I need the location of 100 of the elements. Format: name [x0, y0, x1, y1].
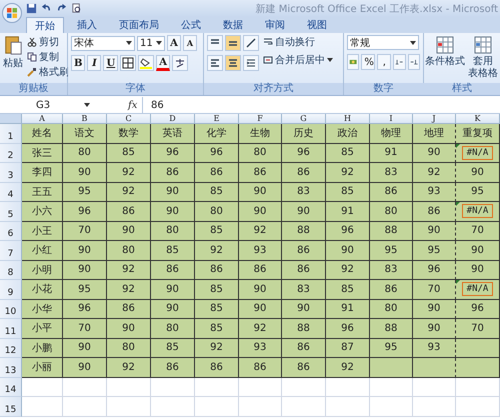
header-cell: 政治	[326, 124, 370, 144]
number-format-button[interactable]: %	[361, 54, 376, 70]
table-cell: 96	[282, 144, 326, 163]
table-cell: 小鹏	[22, 338, 63, 358]
borders-icon[interactable]	[120, 55, 136, 71]
column-header[interactable]: I	[370, 114, 413, 124]
row-header[interactable]: 12	[0, 338, 22, 358]
align-top-icon[interactable]	[207, 35, 223, 51]
column-header[interactable]: G	[282, 114, 326, 124]
number-format-field[interactable]: 常规	[347, 35, 419, 50]
font-style-button[interactable]: B	[71, 55, 86, 71]
ribbon-tab[interactable]: 审阅	[256, 17, 294, 33]
print-preview-icon[interactable]	[71, 3, 82, 14]
name-box[interactable]: G3	[0, 100, 92, 110]
table-cell: 91	[370, 144, 413, 163]
align-center-icon[interactable]	[225, 55, 241, 71]
dropdown-caret-icon[interactable]	[327, 58, 335, 62]
style-button[interactable]: 条件格式	[425, 35, 465, 83]
row-header[interactable]: 4	[0, 182, 22, 202]
table-cell: 小花	[22, 280, 63, 300]
empty-cell	[413, 378, 456, 397]
table-cell: 70	[63, 222, 107, 241]
column-header[interactable]: J	[413, 114, 456, 124]
column-header[interactable]: E	[195, 114, 239, 124]
header-cell: 历史	[282, 124, 326, 144]
row-header[interactable]: 15	[0, 397, 22, 416]
table-cell: 85	[151, 241, 195, 260]
column-header[interactable]: F	[239, 114, 282, 124]
table-cell: 93	[239, 241, 282, 260]
paste-button[interactable]: 粘贴	[3, 35, 23, 83]
dropdown-caret-icon[interactable]	[84, 103, 92, 107]
save-icon[interactable]	[26, 3, 37, 14]
clipboard-command[interactable]: 剪切	[26, 35, 70, 49]
grow-font-button[interactable]: A	[167, 35, 181, 51]
indent-icon[interactable]	[243, 55, 259, 71]
ribbon-tab[interactable]: 数据	[214, 17, 252, 33]
row-header[interactable]: 7	[0, 241, 22, 260]
function-button[interactable]: fx	[128, 100, 142, 110]
table-cell: 80	[195, 202, 239, 222]
ribbon-tab[interactable]: 视图	[298, 17, 336, 33]
decrease-decimal-icon[interactable]	[408, 54, 420, 70]
ribbon-tab[interactable]: 插入	[68, 17, 106, 33]
merge-center-button[interactable]: 合并后居中	[262, 53, 336, 67]
column-header[interactable]: B	[63, 114, 107, 124]
table-cell: 90	[63, 241, 107, 260]
font-style-button[interactable]: I	[87, 55, 102, 71]
row-header[interactable]: 2	[0, 144, 22, 163]
column-header[interactable]: C	[107, 114, 151, 124]
font-size-field[interactable]: 11	[137, 36, 165, 50]
table-cell: 85	[326, 182, 370, 202]
phonetic-icon[interactable]	[172, 55, 188, 71]
table-cell: 96	[63, 300, 107, 319]
empty-cell	[239, 397, 282, 416]
header-cell: 物理	[370, 124, 413, 144]
dropdown-caret-icon[interactable]	[126, 41, 134, 45]
increase-decimal-icon[interactable]	[393, 54, 406, 70]
align-left-icon[interactable]	[207, 55, 223, 71]
font-family-field[interactable]: 宋体	[71, 36, 135, 50]
column-header[interactable]: D	[151, 114, 195, 124]
table-cell: 83	[370, 163, 413, 182]
ribbon-tab[interactable]: 开始	[26, 17, 64, 33]
row-header[interactable]: 1	[0, 124, 22, 144]
row-header[interactable]: 14	[0, 378, 22, 397]
row-header[interactable]: 8	[0, 260, 22, 280]
table-cell: 70	[456, 222, 500, 241]
row-header[interactable]: 13	[0, 358, 22, 378]
row-header[interactable]: 6	[0, 222, 22, 241]
orientation-icon[interactable]	[243, 35, 259, 51]
row-header[interactable]: 3	[0, 163, 22, 182]
row-header[interactable]: 9	[0, 280, 22, 300]
ribbon-tab[interactable]: 公式	[172, 17, 210, 33]
table-cell: 92	[107, 358, 151, 378]
number-format-button[interactable]: ,	[377, 54, 392, 70]
dropdown-caret-icon[interactable]	[410, 40, 418, 44]
dropdown-caret-icon[interactable]	[156, 41, 164, 45]
header-cell: 化学	[195, 124, 239, 144]
table-cell: 86	[195, 163, 239, 182]
table-cell: 85	[326, 144, 370, 163]
table-cell: 92	[195, 241, 239, 260]
shrink-font-button[interactable]: A	[183, 35, 197, 51]
ribbon-tab[interactable]: 页面布局	[110, 17, 168, 33]
fill-bucket-icon[interactable]	[138, 55, 154, 71]
empty-cell	[151, 397, 195, 416]
row-header[interactable]: 10	[0, 300, 22, 319]
table-cell: 90	[456, 163, 500, 182]
row-header[interactable]: 11	[0, 319, 22, 338]
row-header[interactable]: 5	[0, 202, 22, 222]
table-cell: 96	[456, 300, 500, 319]
column-header[interactable]: H	[326, 114, 370, 124]
align-middle-icon[interactable]	[225, 35, 241, 51]
formula-field[interactable]: 86	[142, 97, 500, 113]
currency-icon[interactable]	[347, 54, 360, 70]
table-cell: 李四	[22, 163, 63, 182]
style-button[interactable]: 套用 表格格	[468, 35, 498, 83]
error-cell: #N/A	[456, 280, 500, 300]
column-header[interactable]: A	[22, 114, 63, 124]
wrap-text-button[interactable]: 自动换行	[262, 35, 336, 49]
font-color-button[interactable]: A	[156, 55, 170, 71]
column-header[interactable]: K	[456, 114, 500, 124]
font-style-button[interactable]: U	[103, 55, 118, 71]
